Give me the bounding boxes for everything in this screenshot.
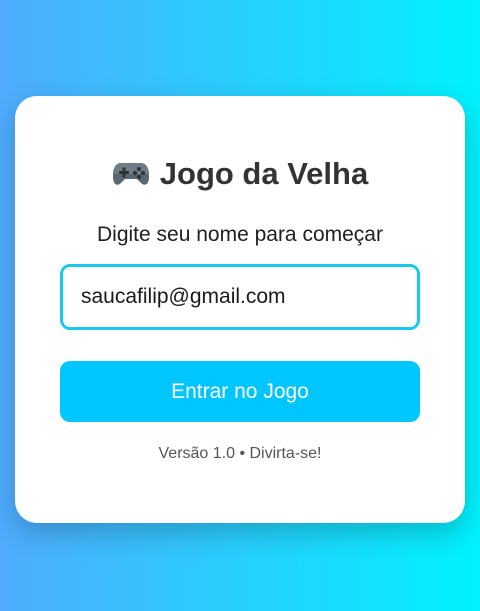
page-title: Jogo da Velha (15, 154, 465, 194)
login-card: Jogo da Velha Digite seu nome para começ… (15, 96, 465, 523)
title-text: Jogo da Velha (159, 156, 369, 191)
player-name-input[interactable] (60, 264, 420, 330)
enter-game-button[interactable]: Entrar no Jogo (60, 361, 420, 422)
gamepad-icon (112, 160, 150, 188)
subtitle-text: Digite seu nome para começar (97, 223, 383, 246)
version-footer: Versão 1.0 • Divirta-se! (158, 445, 322, 462)
